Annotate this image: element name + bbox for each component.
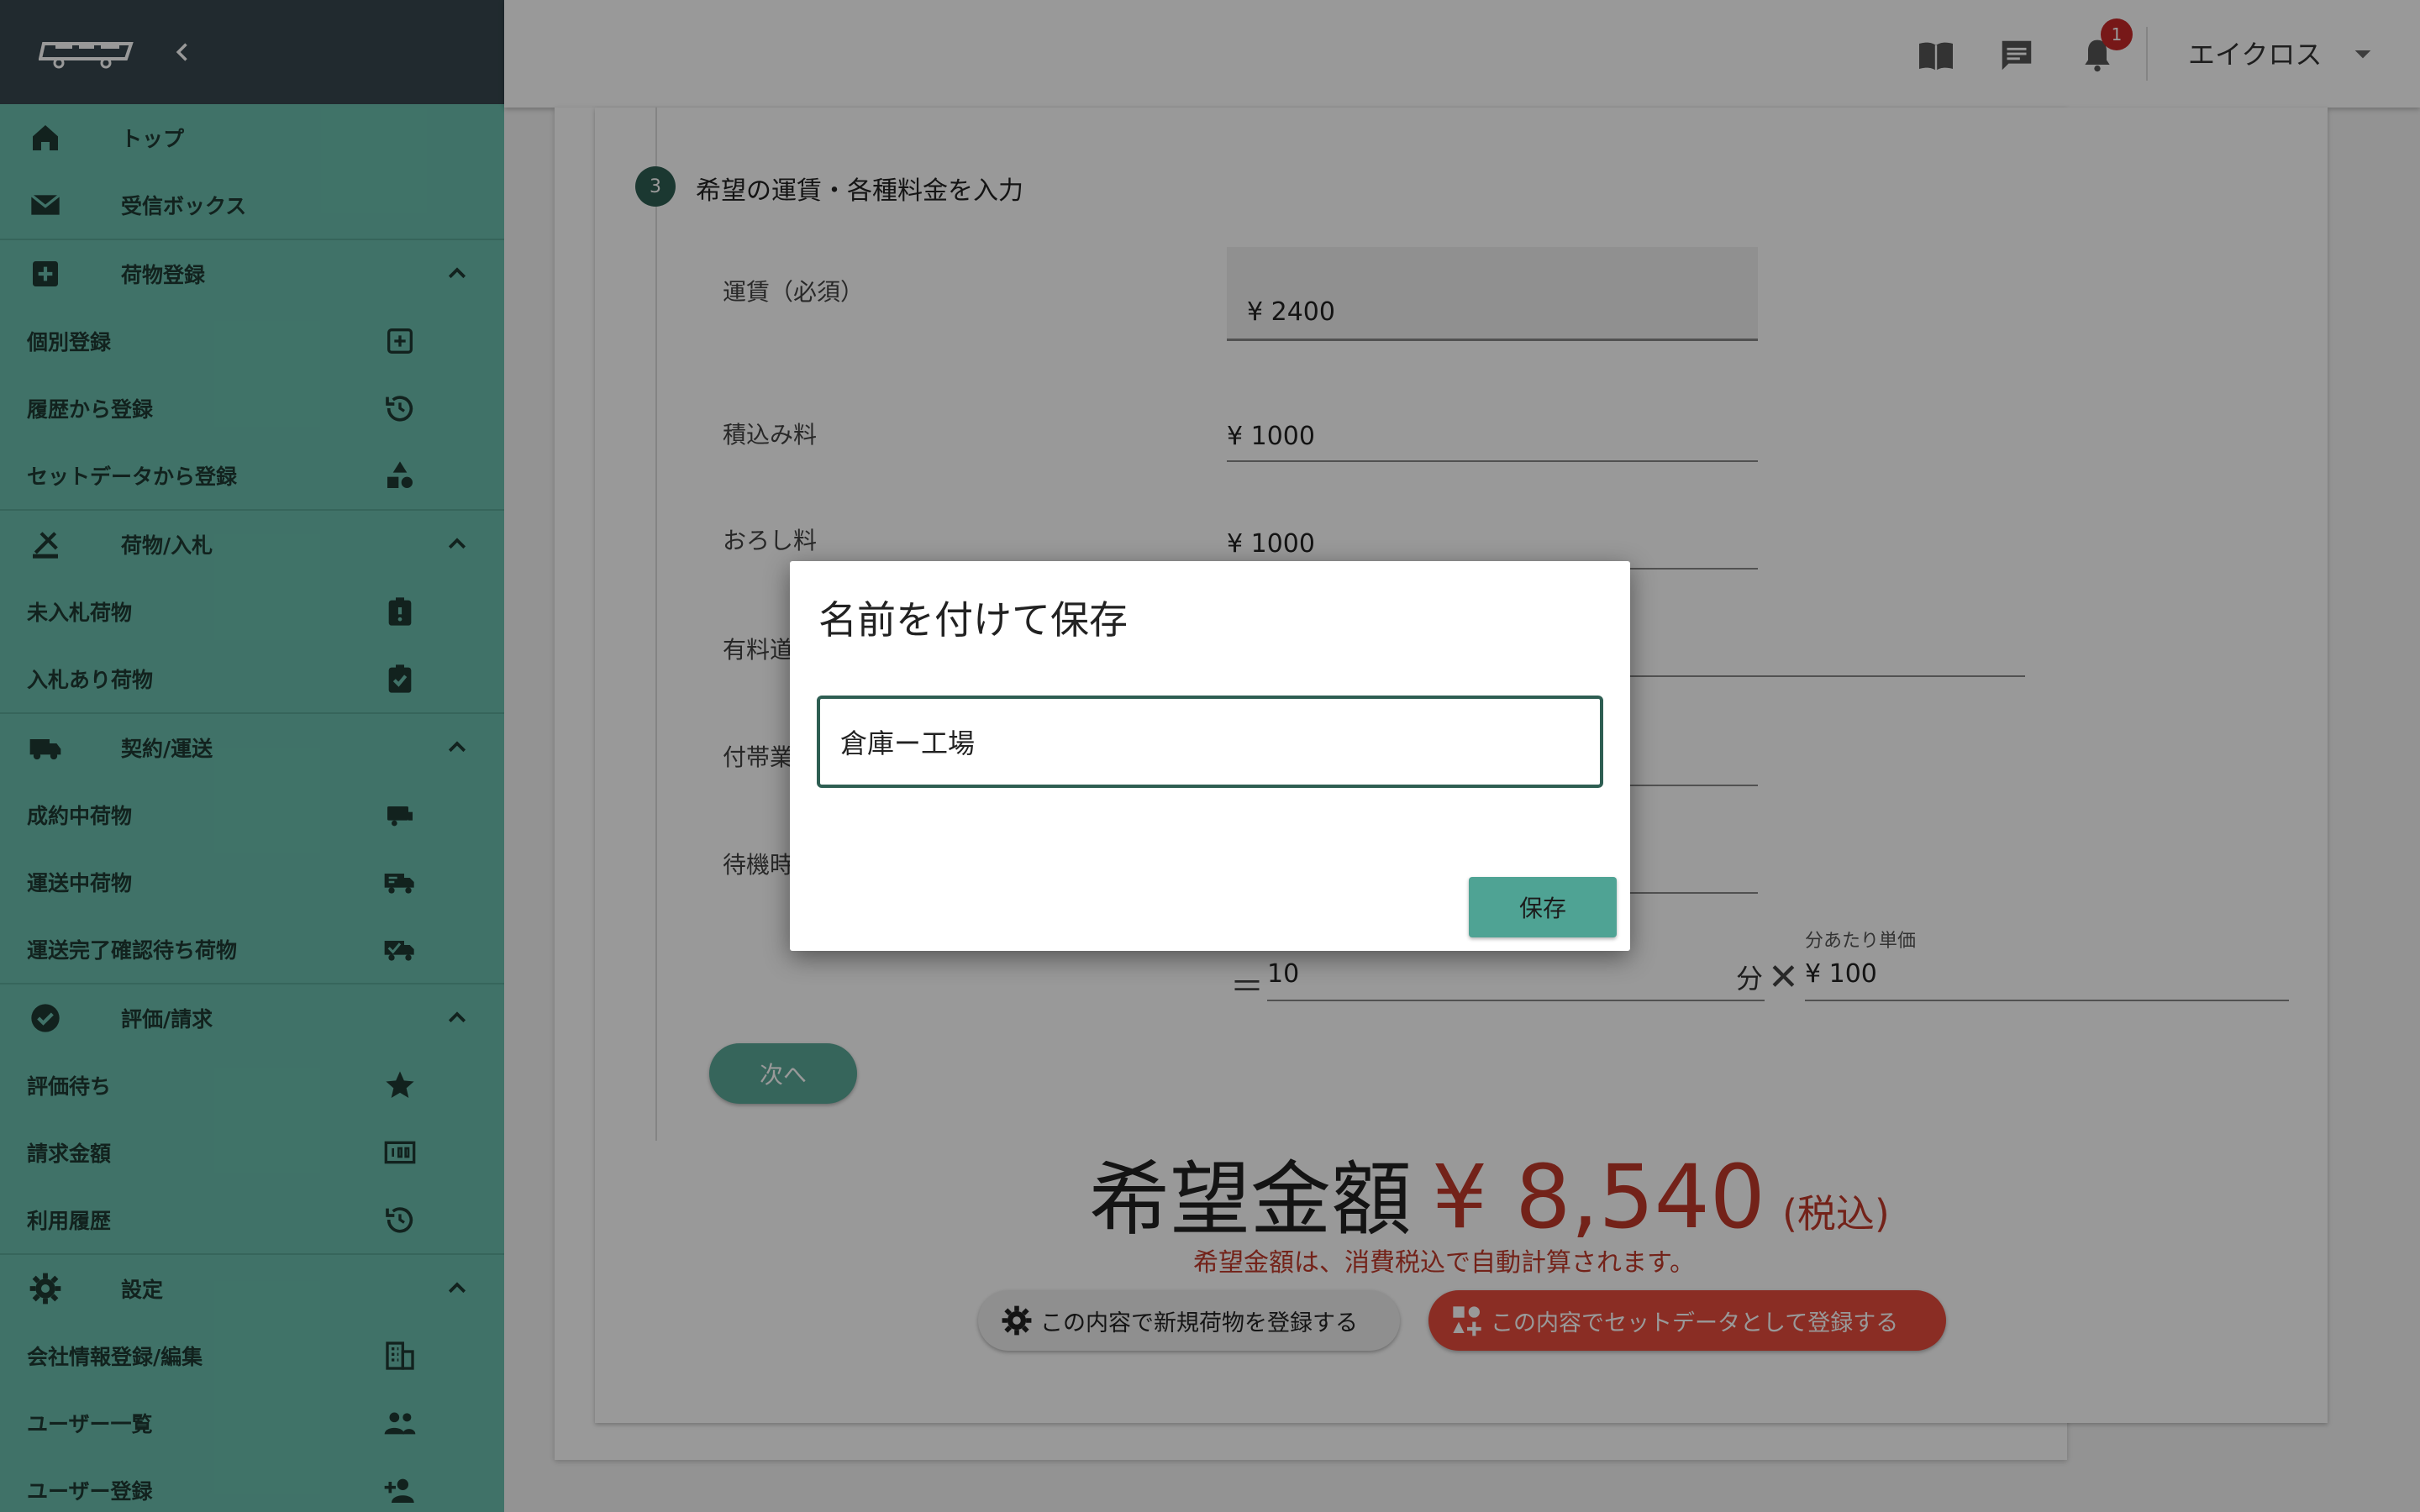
dialog-title: 名前を付けて保存 — [818, 597, 1128, 643]
save-name-input[interactable] — [817, 696, 1603, 788]
save-as-dialog: 名前を付けて保存 保存 — [790, 561, 1630, 951]
save-button[interactable]: 保存 — [1469, 877, 1617, 937]
